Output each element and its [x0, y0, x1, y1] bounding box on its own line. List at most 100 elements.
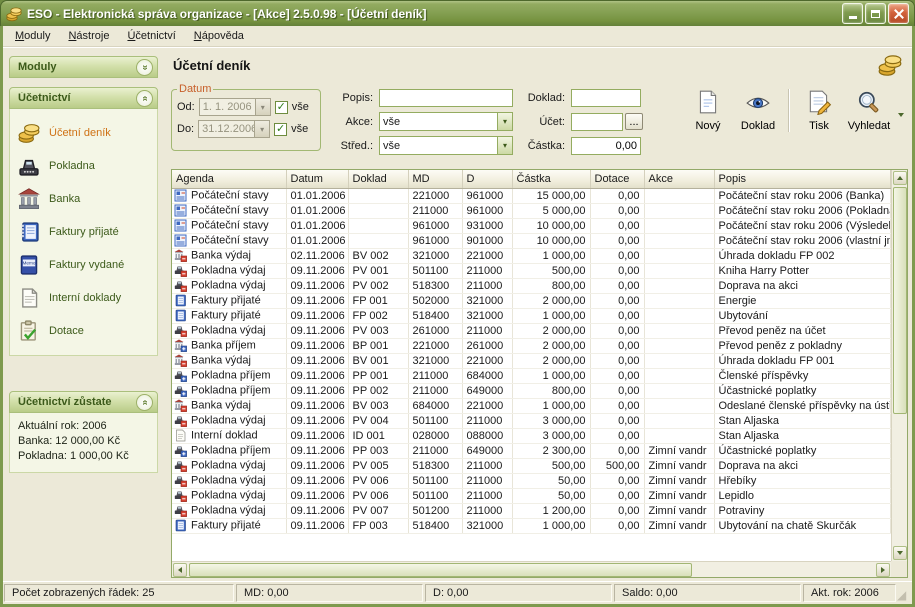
column-header-dotace[interactable]: Dotace — [590, 170, 644, 188]
column-header-datum[interactable]: Datum — [286, 170, 348, 188]
castka-input[interactable] — [571, 137, 641, 155]
toolbar-button-tisk[interactable]: Tisk — [794, 85, 844, 136]
table-row[interactable]: Banka výdaj09.11.2006BV 0036840002210001… — [172, 398, 891, 413]
table-row[interactable]: Počáteční stavy01.01.200696100090100010 … — [172, 233, 891, 248]
horizontal-scroll-thumb[interactable] — [189, 563, 692, 577]
cell-agenda: Pokladna výdaj — [172, 458, 286, 473]
scroll-up-button[interactable] — [893, 171, 907, 185]
ucet-browse-button[interactable]: ... — [625, 113, 643, 130]
scroll-left-button[interactable] — [173, 563, 187, 577]
to-all-checkbox[interactable] — [274, 123, 287, 136]
table-header-row: AgendaDatumDokladMDDČástkaDotaceAkcePopi… — [172, 170, 891, 188]
balance-line: Banka: 12 000,00 Kč — [18, 434, 151, 449]
scroll-down-button[interactable] — [893, 546, 907, 560]
sidebar-item-faktury-vydane[interactable]: MemoFaktury vydané — [18, 248, 153, 281]
toolbar-button-novy[interactable]: Nový — [683, 85, 733, 136]
table-row[interactable]: Pokladna výdaj09.11.2006PV 0065011002110… — [172, 488, 891, 503]
arrow-up-icon — [897, 176, 903, 180]
cell-akce — [644, 428, 714, 443]
vertical-scrollbar[interactable] — [891, 170, 907, 561]
sidebar-item-banka[interactable]: Banka — [18, 182, 153, 215]
stred-select[interactable]: vše — [379, 136, 513, 155]
table-row[interactable]: Počáteční stavy01.01.200622100096100015 … — [172, 188, 891, 203]
table-row[interactable]: Banka výdaj02.11.2006BV 0023210002210001… — [172, 248, 891, 263]
titlebar[interactable]: ESO - Elektronická správa organizace - [… — [0, 0, 915, 26]
table-row[interactable]: Pokladna výdaj09.11.2006PV 0065011002110… — [172, 473, 891, 488]
cell-doklad: BV 003 — [348, 398, 408, 413]
column-header-d[interactable]: D — [462, 170, 512, 188]
horizontal-scrollbar[interactable] — [172, 561, 891, 577]
cell-dotace: 0,00 — [590, 263, 644, 278]
toolbar-button-vyhledat[interactable]: Vyhledat — [844, 85, 894, 136]
cell-datum: 01.01.2006 — [286, 218, 348, 233]
table-row[interactable]: Interní doklad09.11.2006ID 0010280000880… — [172, 428, 891, 443]
ucetnictvi-panel-title: Účetnictví — [18, 92, 136, 104]
menubar: ModulyNástrojeÚčetnictvíNápověda — [3, 26, 912, 47]
column-header-md[interactable]: MD — [408, 170, 462, 188]
table-row[interactable]: Faktury přijaté09.11.2006FP 002518400321… — [172, 308, 891, 323]
chevron-down-icon[interactable] — [136, 59, 153, 76]
table-row[interactable]: Pokladna příjem09.11.2006PP 001211000684… — [172, 368, 891, 383]
sidebar-item-dotace[interactable]: Dotace — [18, 314, 153, 347]
close-button[interactable] — [888, 3, 909, 24]
column-header-akce[interactable]: Akce — [644, 170, 714, 188]
column-header-castka[interactable]: Částka — [512, 170, 590, 188]
sidebar-item-label: Interní doklady — [49, 292, 121, 304]
balance-panel-header[interactable]: Účetnictví zůstate — [9, 391, 158, 413]
chevron-up-icon[interactable] — [136, 90, 153, 107]
cell-md: 501200 — [408, 503, 462, 518]
column-header-popis[interactable]: Popis — [714, 170, 891, 188]
menu-item-nastroje[interactable]: Nástroje — [59, 28, 118, 44]
sidebar-item-faktury-prijate[interactable]: Faktury přijaté — [18, 215, 153, 248]
table-row[interactable]: Pokladna výdaj09.11.2006PV 0045011002110… — [172, 413, 891, 428]
column-header-agenda[interactable]: Agenda — [172, 170, 286, 188]
cell-d: 961000 — [462, 203, 512, 218]
table-row[interactable]: Pokladna výdaj09.11.2006PV 0032610002110… — [172, 323, 891, 338]
cell-dotace: 0,00 — [590, 518, 644, 533]
column-header-doklad[interactable]: Doklad — [348, 170, 408, 188]
vertical-scroll-thumb[interactable] — [893, 187, 907, 414]
cell-castka: 5 000,00 — [512, 203, 590, 218]
scroll-right-button[interactable] — [876, 563, 890, 577]
sidebar-item-pokladna[interactable]: Pokladna — [18, 149, 153, 182]
table-row[interactable]: Faktury přijaté09.11.2006FP 001502000321… — [172, 293, 891, 308]
sidebar-item-interni-doklady[interactable]: Interní doklady — [18, 281, 153, 314]
ucetnictvi-panel-header[interactable]: Účetnictví — [9, 87, 158, 109]
maximize-button[interactable] — [865, 3, 886, 24]
table-row[interactable]: Banka výdaj09.11.2006BV 0013210002210002… — [172, 353, 891, 368]
cell-castka: 1 000,00 — [512, 398, 590, 413]
table-row[interactable]: Pokladna výdaj09.11.2006PV 0055183002110… — [172, 458, 891, 473]
doklad-input[interactable] — [571, 89, 641, 107]
moduly-panel-header[interactable]: Moduly — [9, 56, 158, 78]
search-options-button[interactable] — [894, 85, 908, 117]
table-row[interactable]: Pokladna příjem09.11.2006PP 003211000649… — [172, 443, 891, 458]
table-row[interactable]: Pokladna výdaj09.11.2006PV 0075012002110… — [172, 503, 891, 518]
status-saldo: Saldo: 0,00 — [614, 584, 801, 602]
table-row[interactable]: Počáteční stavy01.01.200696100093100010 … — [172, 218, 891, 233]
sidebar-item-label: Dotace — [49, 325, 84, 337]
ucet-input[interactable] — [571, 113, 623, 131]
toolbar-button-label: Vyhledat — [848, 120, 890, 132]
chevron-up-icon[interactable] — [136, 394, 153, 411]
menu-item-moduly[interactable]: Moduly — [6, 28, 59, 44]
cell-agenda: Pokladna výdaj — [172, 503, 286, 518]
popis-input[interactable] — [379, 89, 513, 107]
table-row[interactable]: Pokladna příjem09.11.2006PP 002211000649… — [172, 383, 891, 398]
table-row[interactable]: Faktury přijaté09.11.2006FP 003518400321… — [172, 518, 891, 533]
resize-grip[interactable] — [897, 589, 910, 602]
from-date-select[interactable]: 1. 1. 2006 — [199, 98, 271, 116]
table-row[interactable]: Pokladna výdaj09.11.2006PV 0015011002110… — [172, 263, 891, 278]
menu-item-ucetnictvi[interactable]: Účetnictví — [118, 28, 184, 44]
from-all-checkbox[interactable] — [275, 101, 288, 114]
sidebar-item-ucetni-denik[interactable]: Účetní deník — [18, 116, 153, 149]
to-date-select[interactable]: 31.12.2006 — [198, 120, 270, 138]
cell-d: 211000 — [462, 278, 512, 293]
akce-select[interactable]: vše — [379, 112, 513, 131]
menu-item-napoveda[interactable]: Nápověda — [185, 28, 253, 44]
cell-dotace: 0,00 — [590, 188, 644, 203]
table-row[interactable]: Pokladna výdaj09.11.2006PV 0025183002110… — [172, 278, 891, 293]
table-row[interactable]: Počáteční stavy01.01.20062110009610005 0… — [172, 203, 891, 218]
minimize-button[interactable] — [842, 3, 863, 24]
toolbar-button-doklad[interactable]: Doklad — [733, 85, 783, 136]
table-row[interactable]: Banka příjem09.11.2006BP 001221000261000… — [172, 338, 891, 353]
